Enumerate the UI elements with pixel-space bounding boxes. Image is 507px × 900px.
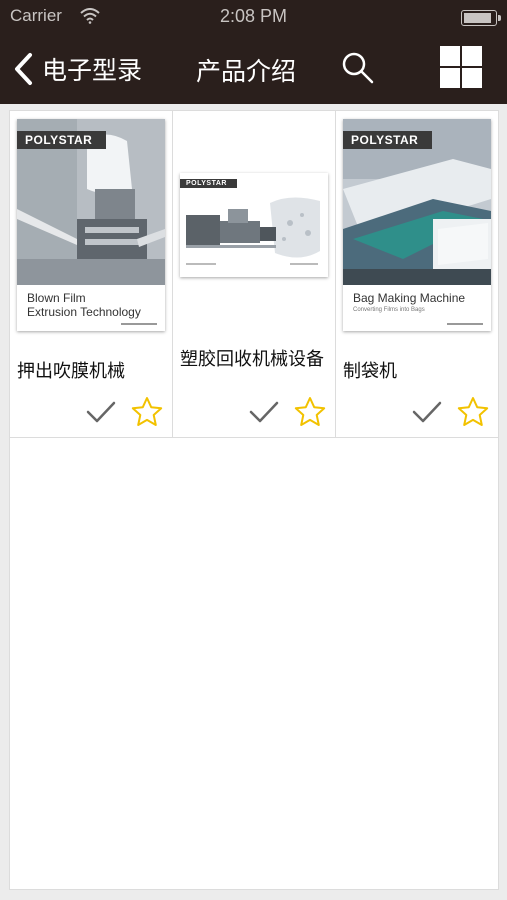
chevron-left-icon <box>15 53 32 85</box>
product-title: 押出吹膜机械 <box>17 361 125 382</box>
machine-illustration <box>180 173 328 277</box>
grid-view-icon[interactable] <box>440 46 482 88</box>
product-title: 塑胶回收机械设备 <box>180 349 324 370</box>
status-bar: Carrier 2:08 PM <box>0 0 507 34</box>
star-icon[interactable] <box>294 396 326 428</box>
check-icon[interactable] <box>248 399 280 425</box>
back-button-label: 电子型录 <box>42 56 143 85</box>
star-icon[interactable] <box>131 396 163 428</box>
cover-footer-line <box>121 323 157 325</box>
battery-icon <box>461 10 501 26</box>
product-title: 制袋机 <box>343 361 397 382</box>
star-icon[interactable] <box>457 396 489 428</box>
catalog-list: POLYSTAR Blown Film Extrusion Technology… <box>9 110 499 890</box>
cover-footer-line <box>447 323 483 325</box>
product-card-recycling[interactable]: POLYSTAR 塑胶回收机械设备 <box>173 111 336 437</box>
check-icon[interactable] <box>411 399 443 425</box>
product-card-blown-film[interactable]: POLYSTAR Blown Film Extrusion Technology… <box>10 111 173 437</box>
cover-subtitle: Converting Films into Bags <box>353 307 425 313</box>
catalog-cover-image: POLYSTAR Bag Making Machine Converting F… <box>343 119 491 331</box>
cover-title-line1: Blown Film <box>27 291 86 305</box>
cover-caption: Bag Making Machine Converting Films into… <box>343 285 491 331</box>
status-time: 2:08 PM <box>219 6 288 26</box>
search-icon[interactable] <box>340 50 376 86</box>
back-button[interactable]: 电子型录 <box>10 48 142 90</box>
brand-logo: POLYSTAR <box>180 179 237 188</box>
brand-logo: POLYSTAR <box>17 131 107 149</box>
page-title: 产品介绍 <box>196 57 297 86</box>
brand-logo: POLYSTAR <box>343 131 433 149</box>
product-card-bag-making[interactable]: POLYSTAR Bag Making Machine Converting F… <box>336 111 498 437</box>
cover-title-line1: Bag Making Machine <box>353 291 466 305</box>
battery-level <box>464 13 491 23</box>
product-grid: POLYSTAR Blown Film Extrusion Technology… <box>10 111 498 438</box>
check-icon[interactable] <box>85 399 117 425</box>
cover-caption: Blown Film Extrusion Technology <box>17 285 165 331</box>
cover-title-line2: Extrusion Technology <box>27 305 141 319</box>
navigation-bar: 电子型录 产品介绍 <box>0 34 507 104</box>
catalog-cover-image: POLYSTAR Blown Film Extrusion Technology <box>17 119 165 331</box>
catalog-cover-image: POLYSTAR <box>180 173 328 277</box>
